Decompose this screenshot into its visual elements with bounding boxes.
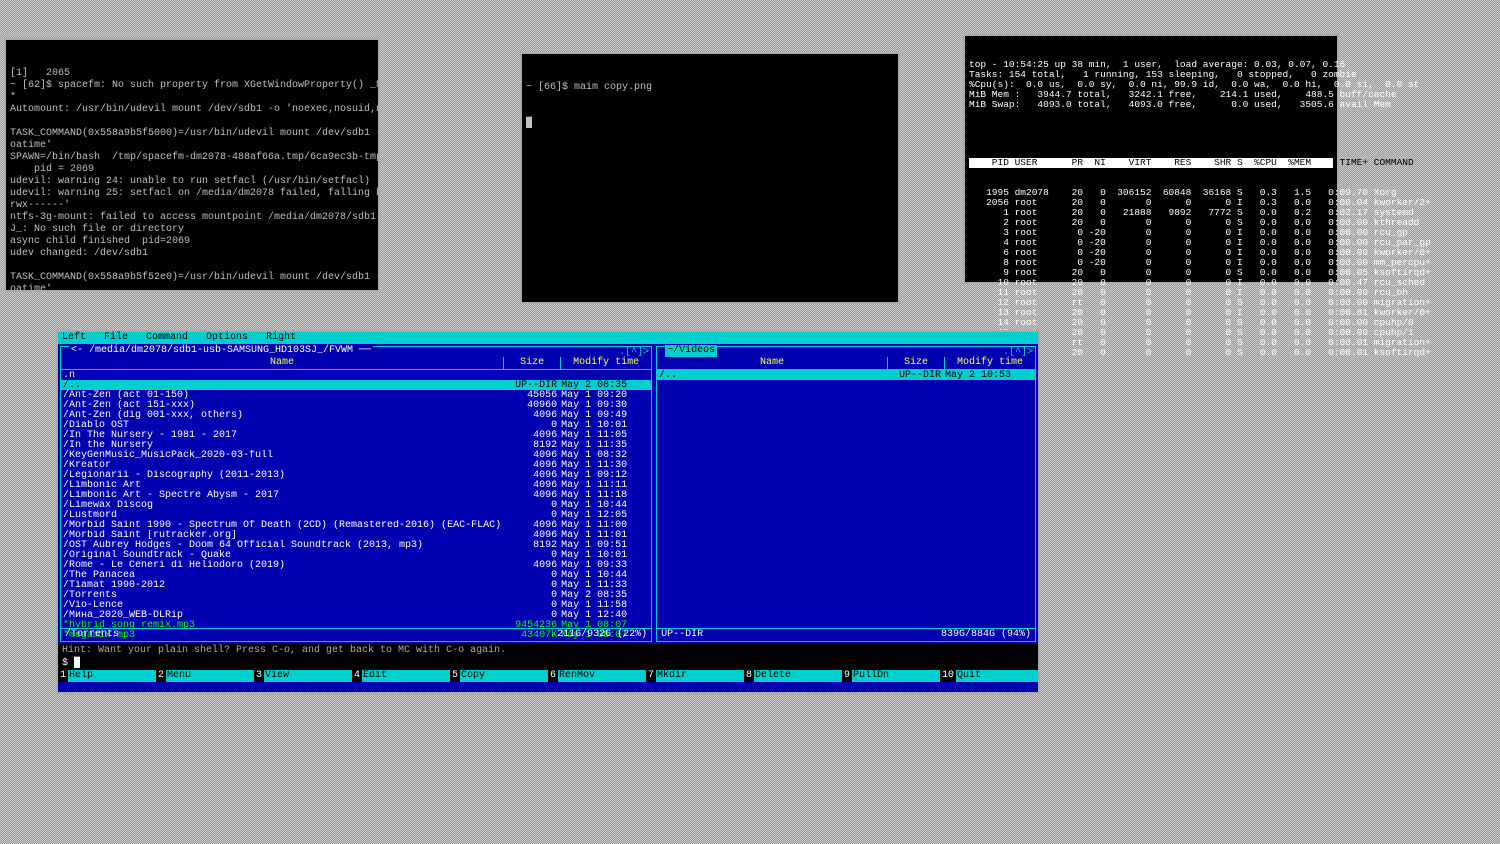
menu-command[interactable]: Command [146, 332, 188, 343]
file-row[interactable]: /Lustmord0May 1 12:05 [61, 510, 651, 520]
fkey-4[interactable]: 4Edit [352, 670, 450, 682]
file-row[interactable]: /KeyGenMusic_MusicPack_2020-03-full4096M… [61, 450, 651, 460]
mc-shell-prompt[interactable]: $ █ [58, 658, 1038, 670]
file-row[interactable]: /..UP--DIRMay 2 08:35 [61, 380, 651, 390]
midnight-commander[interactable]: Left File Command Options Right <- /media/dm… [56, 330, 1040, 694]
panel-arrows[interactable]: .[^]> [619, 347, 649, 359]
fkey-2[interactable]: 2Menu [156, 670, 254, 682]
cursor: █ [526, 118, 894, 130]
file-row[interactable]: /In The Nursery - 1981 - 20174096May 1 1… [61, 430, 651, 440]
mc-right-path: ~/Videos [665, 345, 717, 357]
mc-right-panel[interactable]: ~/Videos .[^]> Name Size Modify time /..… [656, 346, 1036, 642]
file-row[interactable]: /The Panacea0May 1 10:44 [61, 570, 651, 580]
file-row[interactable]: /Limbonic Art4096May 1 11:11 [61, 480, 651, 490]
mc-right-status: UP--DIR839G/884G (94%) [657, 628, 1035, 641]
terminal-prompt: ~ [66]$ maim copy.png [526, 82, 894, 94]
file-row[interactable]: /Limbonic Art - Spectre Abysm - 20174096… [61, 490, 651, 500]
mc-left-path: <- /media/dm2078/sdb1-usb-SAMSUNG_HD103S… [69, 345, 373, 357]
file-row[interactable]: /Tiamat 1990-20120May 1 11:33 [61, 580, 651, 590]
file-row[interactable]: /Diablo OST0May 1 10:01 [61, 420, 651, 430]
file-row[interactable]: /Kreator4096May 1 11:30 [61, 460, 651, 470]
file-row[interactable]: /Limewax Discog0May 1 10:44 [61, 500, 651, 510]
terminal-spacefm[interactable]: [1] 2065 ~ [62]$ spacefm: No such proper… [4, 38, 380, 292]
terminal-maim[interactable]: ~ [66]$ maim copy.png █ [520, 52, 900, 304]
mc-function-keys[interactable]: 1Help2Menu3View4Edit5Copy6RenMov7Mkdir8D… [58, 670, 1038, 682]
fkey-9[interactable]: 9PullDn [842, 670, 940, 682]
top-summary: top - 10:54:25 up 38 min, 1 user, load a… [969, 60, 1333, 110]
fkey-7[interactable]: 7Mkdir [646, 670, 744, 682]
menu-right[interactable]: Right [266, 332, 296, 343]
fkey-10[interactable]: 10Quit [940, 670, 1038, 682]
menu-file[interactable]: File [104, 332, 128, 343]
file-row[interactable]: /Ant-Zen (act 01-150)45056May 1 09:20 [61, 390, 651, 400]
file-row[interactable]: /Vio-Lence0May 1 11:58 [61, 600, 651, 610]
mc-hint: Hint: Want your plain shell? Press C-o, … [58, 644, 1038, 658]
menu-left[interactable]: Left [62, 332, 86, 343]
file-row[interactable]: /Torrents0May 2 08:35 [61, 590, 651, 600]
panel-arrows[interactable]: .[^]> [1003, 347, 1033, 359]
mc-right-files[interactable]: /..UP--DIRMay 2 10:53 [657, 370, 1035, 380]
mc-menubar[interactable]: Left File Command Options Right [58, 332, 1038, 344]
file-row[interactable]: /OST Aubrey Hodges - Doom 64 Official So… [61, 540, 651, 550]
mc-left-files[interactable]: .n/..UP--DIRMay 2 08:35/Ant-Zen (act 01-… [61, 370, 651, 640]
mc-left-panel[interactable]: <- /media/dm2078/sdb1-usb-SAMSUNG_HD103S… [60, 346, 652, 642]
menu-options[interactable]: Options [206, 332, 248, 343]
fkey-1[interactable]: 1Help [58, 670, 156, 682]
fkey-5[interactable]: 5Copy [450, 670, 548, 682]
file-row[interactable]: /Legionarii - Discography (2011-2013)409… [61, 470, 651, 480]
mc-left-header: Name Size Modify time [61, 357, 651, 370]
top-header: PID USER PR NI VIRT RES SHR S %CPU %MEM … [969, 158, 1333, 168]
file-row[interactable]: /Original Soundtrack - Quake0May 1 10:01 [61, 550, 651, 560]
mc-right-header: Name Size Modify time [657, 357, 1035, 370]
file-row[interactable]: /Ant-Zen (dig 001-xxx, others)4096May 1 … [61, 410, 651, 420]
fkey-6[interactable]: 6RenMov [548, 670, 646, 682]
terminal-output: [1] 2065 ~ [62]$ spacefm: No such proper… [10, 68, 374, 292]
file-row[interactable]: /In the Nursery8192May 1 11:35 [61, 440, 651, 450]
file-row[interactable]: .n [61, 370, 651, 380]
mc-left-status: /Torrents211G/932G (22%) [61, 628, 651, 641]
file-row[interactable]: /Мина_2020_WEB-DLRip0May 1 12:40 [61, 610, 651, 620]
file-row[interactable]: /Ant-Zen (act 151-xxx)40960May 1 09:30 [61, 400, 651, 410]
file-row[interactable]: /Morbid Saint 1990 - Spectrum Of Death (… [61, 520, 651, 530]
file-row[interactable]: /Rome - Le Ceneri di Heliodoro (2019)409… [61, 560, 651, 570]
file-row[interactable]: /Morbid Saint [rutracker.org]4096May 1 1… [61, 530, 651, 540]
fkey-3[interactable]: 3View [254, 670, 352, 682]
terminal-top[interactable]: top - 10:54:25 up 38 min, 1 user, load a… [963, 34, 1339, 284]
fkey-8[interactable]: 8Delete [744, 670, 842, 682]
file-row[interactable]: /..UP--DIRMay 2 10:53 [657, 370, 1035, 380]
